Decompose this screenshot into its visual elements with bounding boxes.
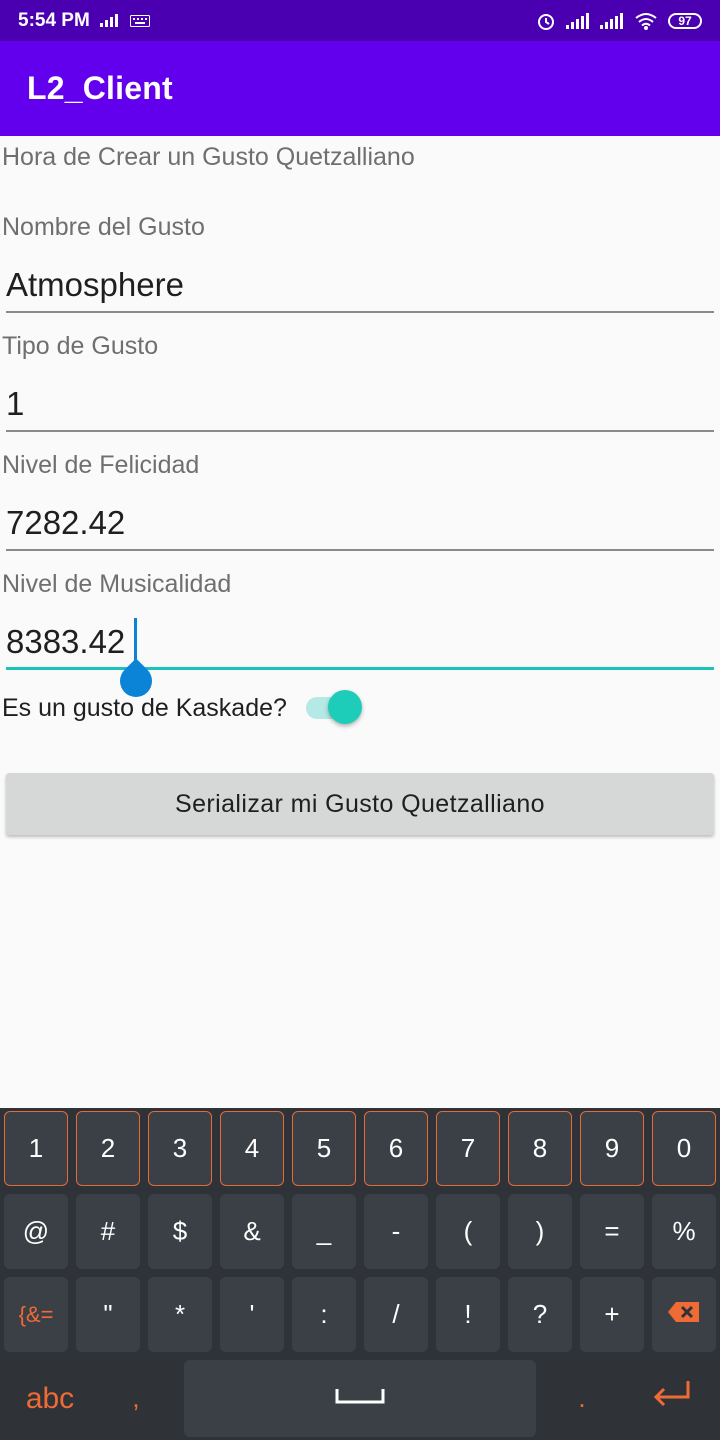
key-asterisk[interactable]: * xyxy=(148,1277,212,1352)
keyboard-notification-icon xyxy=(129,14,150,27)
key-6[interactable]: 6 xyxy=(364,1111,428,1186)
happiness-label: Nivel de Felicidad xyxy=(2,451,200,479)
key-symbols-toggle[interactable]: {&= xyxy=(4,1277,68,1352)
key-8[interactable]: 8 xyxy=(508,1111,572,1186)
key-1[interactable]: 1 xyxy=(4,1111,68,1186)
key-0[interactable]: 0 xyxy=(652,1111,716,1186)
switch-label: Es un gusto de Kaskade? xyxy=(2,693,287,722)
key-underscore[interactable]: _ xyxy=(292,1194,356,1269)
abc-key[interactable]: abc xyxy=(10,1360,90,1437)
key-ampersand[interactable]: & xyxy=(220,1194,284,1269)
type-field[interactable] xyxy=(6,382,714,432)
alarm-icon xyxy=(536,11,556,31)
happiness-field[interactable] xyxy=(6,501,714,551)
space-icon xyxy=(335,1387,385,1410)
key-close-paren[interactable]: ) xyxy=(508,1194,572,1269)
battery-icon: 97 xyxy=(668,12,702,29)
key-double-quote[interactable]: " xyxy=(76,1277,140,1352)
key-equals[interactable]: = xyxy=(580,1194,644,1269)
name-label: Nombre del Gusto xyxy=(2,213,205,241)
backspace-key[interactable] xyxy=(652,1277,716,1352)
signal-icon-2 xyxy=(600,12,624,29)
app-bar: L2_Client xyxy=(0,41,720,136)
name-input[interactable] xyxy=(6,263,714,307)
comma-key[interactable]: , xyxy=(104,1360,168,1437)
musicality-label: Nivel de Musicalidad xyxy=(2,570,232,598)
type-label: Tipo de Gusto xyxy=(2,332,159,360)
backspace-icon xyxy=(667,1299,701,1330)
happiness-input[interactable] xyxy=(6,501,714,545)
key-5[interactable]: 5 xyxy=(292,1111,356,1186)
period-key[interactable]: . xyxy=(550,1360,614,1437)
kaskade-switch-row: Es un gusto de Kaskade? xyxy=(2,688,702,728)
enter-icon xyxy=(650,1379,694,1418)
toggle-thumb xyxy=(327,690,362,724)
enter-key[interactable] xyxy=(628,1360,716,1437)
space-key[interactable] xyxy=(184,1360,536,1437)
app-title: L2_Client xyxy=(27,70,173,106)
kaskade-toggle[interactable] xyxy=(305,688,362,728)
key-dash[interactable]: - xyxy=(364,1194,428,1269)
key-at[interactable]: @ xyxy=(4,1194,68,1269)
data-usage-icon xyxy=(99,13,120,28)
key-question[interactable]: ? xyxy=(508,1277,572,1352)
name-field[interactable] xyxy=(6,263,714,313)
key-dollar[interactable]: $ xyxy=(148,1194,212,1269)
type-input[interactable] xyxy=(6,382,714,426)
status-time: 5:54 PM xyxy=(18,9,90,31)
key-open-paren[interactable]: ( xyxy=(436,1194,500,1269)
key-hash[interactable]: # xyxy=(76,1194,140,1269)
text-cursor xyxy=(134,618,137,662)
key-9[interactable]: 9 xyxy=(580,1111,644,1186)
key-2[interactable]: 2 xyxy=(76,1111,140,1186)
signal-icon xyxy=(566,12,590,29)
musicality-field[interactable] xyxy=(6,618,714,704)
wifi-icon xyxy=(634,12,658,30)
key-percent[interactable]: % xyxy=(652,1194,716,1269)
key-slash[interactable]: / xyxy=(364,1277,428,1352)
key-colon[interactable]: : xyxy=(292,1277,356,1352)
key-apostrophe[interactable]: ' xyxy=(220,1277,284,1352)
key-plus[interactable]: + xyxy=(580,1277,644,1352)
musicality-input[interactable] xyxy=(6,620,714,664)
form-heading: Hora de Crear un Gusto Quetzalliano xyxy=(2,143,415,171)
key-exclamation[interactable]: ! xyxy=(436,1277,500,1352)
key-3[interactable]: 3 xyxy=(148,1111,212,1186)
key-7[interactable]: 7 xyxy=(436,1111,500,1186)
serialize-button[interactable]: Serializar mi Gusto Quetzalliano xyxy=(6,773,714,835)
key-4[interactable]: 4 xyxy=(220,1111,284,1186)
status-bar: 5:54 PM 97 xyxy=(0,0,720,41)
keyboard: 1 2 3 4 5 6 7 8 9 0 @ # $ & _ - ( ) = % … xyxy=(0,1108,720,1440)
